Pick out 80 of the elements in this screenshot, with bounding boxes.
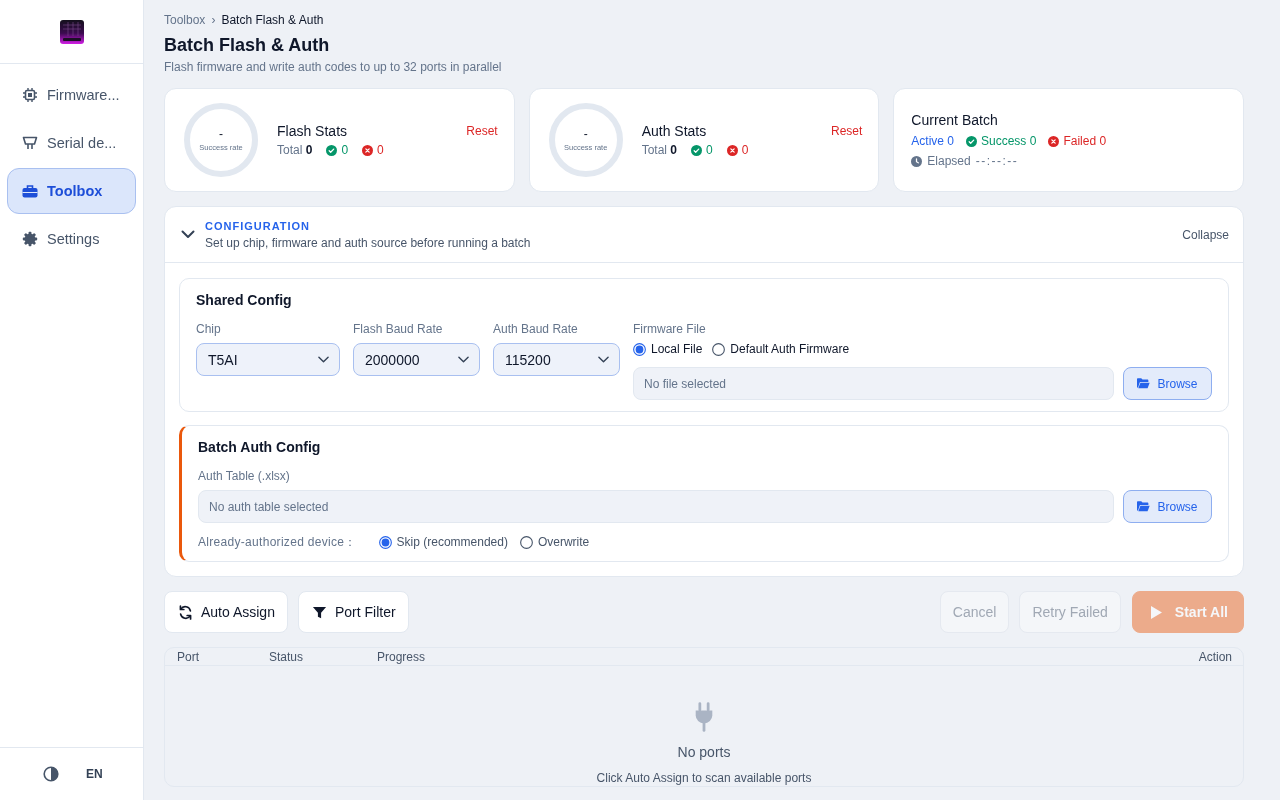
batch-title: Current Batch	[911, 112, 998, 128]
rate-value: -	[219, 127, 223, 141]
breadcrumb-item[interactable]: Toolbox	[164, 13, 206, 27]
auto-assign-button[interactable]: Auto Assign	[164, 591, 288, 633]
empty-state-title: No ports	[677, 743, 731, 762]
radio-option[interactable]: Skip (recommended)	[378, 535, 508, 549]
settings-icon	[22, 231, 38, 247]
refresh-icon	[178, 604, 193, 620]
check-circle-icon	[326, 144, 338, 156]
empty-state-hint: Click Auto Assign to scan available ports	[596, 770, 812, 786]
browse-button[interactable]: Browse	[1123, 367, 1212, 400]
radio-option[interactable]: Default Auth Firmware	[712, 342, 850, 356]
select-field[interactable]: 115200	[493, 343, 620, 376]
error-circle-icon	[362, 144, 374, 156]
chevron-down-icon	[598, 356, 609, 363]
page-subtitle: Flash firmware and write auth codes to up to 32 ports in parallel	[164, 59, 502, 75]
clock-icon	[911, 155, 923, 167]
chevron-down-icon[interactable]	[181, 230, 195, 239]
language-button[interactable]: EN	[83, 765, 106, 783]
field-label: Auth Table (.xlsx)	[198, 468, 290, 484]
field-label: Firmware File	[633, 321, 706, 337]
sidebar-item[interactable]: Serial de...	[7, 120, 136, 166]
browse-button[interactable]: Browse	[1123, 490, 1212, 523]
panel-title: Shared Config	[196, 291, 292, 310]
file-path-field[interactable]: No file selected	[633, 367, 1114, 400]
breadcrumb-item: Batch Flash & Auth	[221, 13, 324, 27]
port-filter-button[interactable]: Port Filter	[297, 591, 409, 633]
breadcrumb-separator: ›	[211, 13, 216, 27]
error-circle-icon	[1048, 135, 1060, 147]
reset-link[interactable]: Reset	[466, 124, 498, 138]
option-label: Already-authorized device：	[198, 534, 357, 550]
connector-icon	[22, 135, 38, 151]
select-field[interactable]: T5AI	[196, 343, 340, 376]
field-label: Auth Baud Rate	[493, 321, 578, 337]
total-count: Total 0	[641, 143, 678, 157]
elapsed-time: --:--:--	[975, 154, 1019, 168]
chevron-down-icon	[458, 356, 469, 363]
app-logo	[59, 19, 84, 44]
folder-icon	[1137, 501, 1151, 512]
sidebar-item[interactable]: Settings	[7, 216, 136, 262]
failed-count: Failed 0	[1063, 134, 1107, 148]
sidebar-item[interactable]: Firmware...	[7, 72, 136, 118]
chip-icon	[22, 87, 38, 103]
section-description: Set up chip, firmware and auth source before running a batch	[205, 235, 531, 250]
theme-toggle-icon[interactable]	[43, 766, 59, 782]
select-field[interactable]: 2000000	[353, 343, 480, 376]
check-circle-icon	[966, 135, 977, 147]
folder-icon	[1137, 378, 1151, 389]
error-circle-icon	[726, 144, 738, 156]
radio-option[interactable]: Overwrite	[519, 535, 590, 549]
section-heading: CONFIGURATION	[205, 219, 311, 232]
total-count: Total 0	[277, 143, 313, 157]
failed-count: 0	[377, 143, 384, 157]
success-count: 0	[341, 143, 349, 157]
radio-option[interactable]: Local File	[633, 342, 703, 356]
elapsed-label: Elapsed	[927, 154, 971, 168]
page-title: Batch Flash & Auth	[164, 34, 330, 56]
field-label: Chip	[196, 321, 221, 337]
column-header: Status	[269, 649, 304, 664]
collapse-link[interactable]: Collapse	[1182, 227, 1229, 242]
success-count: Success 0	[981, 134, 1037, 148]
play-icon	[1150, 605, 1162, 619]
rate-value: -	[583, 127, 588, 141]
column-header: Port	[177, 649, 199, 664]
success-count: 0	[706, 143, 713, 157]
check-circle-icon	[691, 144, 703, 156]
stats-title: Auth Stats	[641, 123, 707, 139]
filter-icon	[311, 604, 327, 620]
failed-count: 0	[741, 143, 749, 157]
active-count: Active 0	[911, 134, 954, 148]
reset-link[interactable]: Reset	[830, 124, 863, 138]
field-label: Flash Baud Rate	[353, 321, 443, 337]
panel-title: Batch Auth Config	[198, 438, 321, 457]
stats-title: Flash Stats	[277, 123, 348, 139]
sidebar-item[interactable]: Toolbox	[7, 168, 136, 214]
chevron-down-icon	[318, 356, 329, 363]
toolbox-icon	[22, 183, 38, 199]
column-header: Progress	[377, 649, 426, 664]
file-path-field[interactable]: No auth table selected	[198, 490, 1114, 523]
column-header: Action	[1198, 649, 1232, 664]
